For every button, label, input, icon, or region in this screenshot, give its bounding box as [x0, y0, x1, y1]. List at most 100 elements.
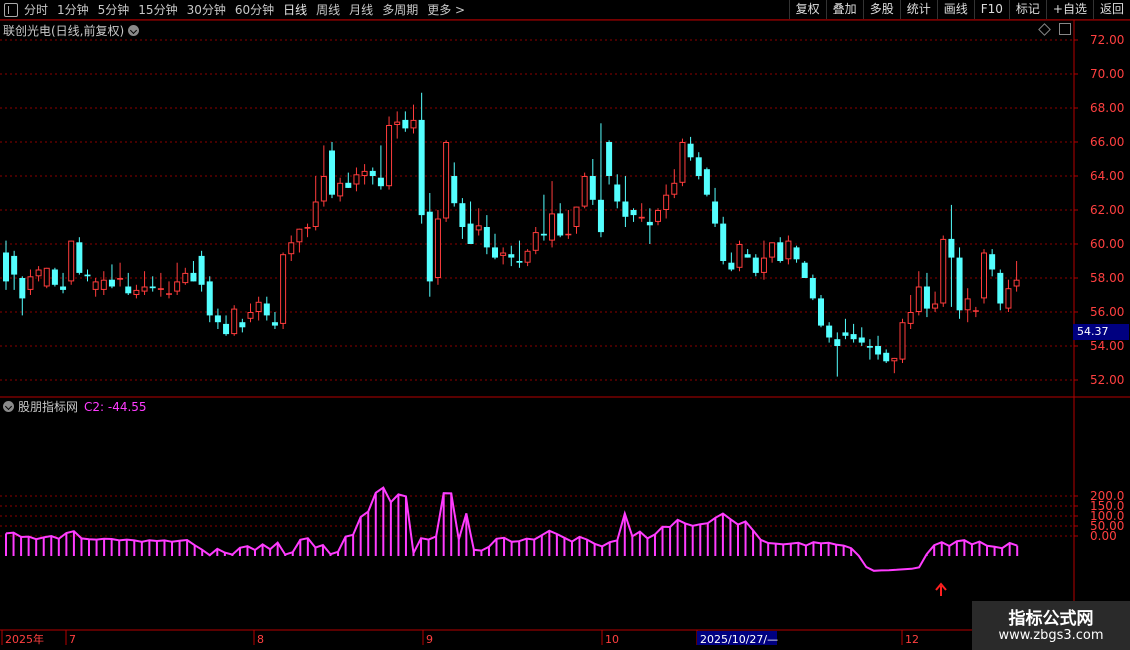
watermark-title: 指标公式网 — [1008, 609, 1094, 629]
candle-body — [565, 233, 572, 236]
kline-chart[interactable]: 72.0070.0068.0066.0064.0062.0060.0058.00… — [0, 0, 1130, 650]
candle-body — [386, 125, 393, 187]
candle-body — [712, 201, 719, 224]
candle-body — [361, 170, 368, 176]
candle-body — [875, 346, 882, 355]
candle-body — [769, 242, 776, 258]
candle-body — [377, 177, 384, 187]
candle-body — [223, 323, 230, 335]
candle-body — [907, 312, 914, 324]
candle-body — [51, 269, 58, 285]
candle-body — [581, 176, 588, 207]
candle-body — [923, 286, 930, 309]
candle-body — [231, 308, 238, 335]
candle-body — [475, 225, 482, 231]
candle-body — [19, 278, 26, 299]
candle-body — [125, 286, 132, 294]
candle-body — [35, 269, 42, 277]
candle-body — [117, 278, 124, 280]
stock-title-text: 联创光电(日线,前复权) — [3, 24, 125, 38]
candle-body — [940, 238, 947, 304]
candle-body — [280, 254, 287, 324]
candle-body — [483, 227, 490, 248]
y-tick-label: 64.00 — [1090, 169, 1124, 183]
candle-body — [956, 257, 963, 311]
candle-body — [793, 247, 800, 260]
candle-body — [850, 334, 857, 340]
candle-body — [687, 143, 694, 158]
candle-body — [418, 119, 425, 216]
candle-body — [549, 213, 556, 241]
current-price-tag: 54.37 — [1073, 324, 1129, 340]
diamond-icon[interactable] — [1038, 22, 1051, 36]
indicator-value: C2: -44.55 — [84, 399, 147, 414]
candle-body — [214, 315, 221, 323]
candle-body — [752, 257, 759, 273]
candle-body — [288, 242, 295, 255]
candle-body — [304, 227, 311, 229]
candle-body — [540, 233, 547, 236]
candlestick-series — [3, 92, 1020, 377]
candle-body — [141, 286, 148, 292]
y-tick-label: 68.00 — [1090, 101, 1124, 115]
candle-body — [84, 274, 91, 277]
candle-body — [76, 242, 83, 273]
y-tick-label: 54.00 — [1090, 339, 1124, 353]
candle-body — [149, 286, 156, 289]
candle-body — [663, 194, 670, 210]
y-tick-label: 62.00 — [1090, 203, 1124, 217]
candle-body — [312, 201, 319, 227]
candle-body — [320, 176, 327, 202]
candle-body — [108, 279, 115, 287]
candle-body — [948, 238, 955, 258]
x-axis-label: 10 — [605, 633, 619, 646]
x-axis-label: 2025年 — [5, 632, 44, 646]
candle-body — [866, 346, 873, 348]
x-axis-label: 12 — [905, 633, 919, 646]
candle-body — [133, 289, 140, 295]
candle-body — [557, 213, 564, 236]
y-tick-label: 0.00 — [1090, 529, 1117, 543]
candle-body — [492, 247, 498, 258]
candle-body — [883, 352, 890, 362]
candle-body — [703, 169, 710, 195]
candle-body — [11, 255, 18, 275]
candle-body — [1005, 288, 1012, 309]
candle-body — [679, 142, 686, 183]
y-tick-label: 52.00 — [1090, 373, 1124, 387]
candle-body — [997, 272, 1004, 304]
candle-body — [166, 293, 172, 295]
x-axis-label: 9 — [426, 633, 433, 646]
candle-body — [247, 312, 254, 319]
candle-body — [630, 210, 637, 216]
x-axis-labels: 2025年 7 8 9 10 2025/10/27/— 12 — [1, 630, 919, 646]
candle-body — [532, 232, 539, 251]
candle-body — [638, 216, 645, 219]
chevron-down-icon[interactable] — [128, 25, 140, 36]
candle-body — [206, 281, 213, 316]
watermark: 指标公式网 www.zbgs3.com — [972, 601, 1130, 650]
candle-body — [989, 254, 996, 270]
candle-body — [655, 210, 661, 222]
candle-body — [410, 119, 417, 129]
candle-body — [622, 201, 629, 217]
candle-body — [198, 255, 205, 285]
candle-body — [589, 176, 596, 200]
candle-body — [92, 281, 99, 290]
window-icon[interactable] — [1059, 23, 1071, 35]
candle-body — [255, 301, 262, 312]
candle-body — [329, 150, 335, 195]
chevron-down-icon[interactable] — [3, 401, 14, 412]
candle-body — [606, 142, 613, 176]
candle-body — [402, 119, 409, 129]
candle-body — [695, 157, 702, 176]
candle-body — [524, 250, 531, 263]
candle-body — [516, 261, 523, 263]
candle-body — [500, 252, 507, 256]
candle-body — [785, 240, 792, 260]
chart-corner-icons — [1038, 22, 1071, 36]
candle-body — [296, 228, 303, 243]
buy-signal-arrow — [935, 582, 947, 596]
candle-body — [818, 298, 824, 326]
candle-body — [826, 325, 833, 338]
